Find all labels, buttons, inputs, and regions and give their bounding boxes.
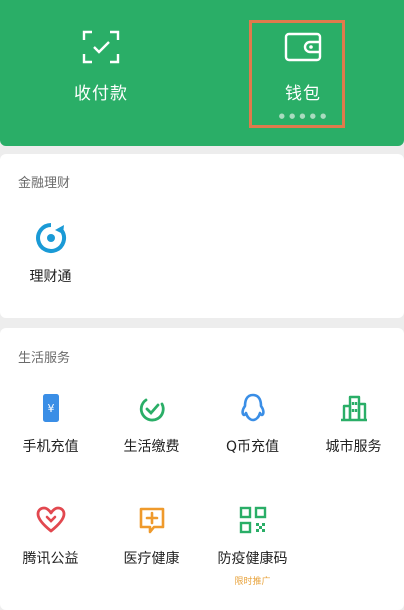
medical-health-label: 医疗健康 (123, 551, 180, 567)
grid-item-city-service[interactable]: 城市服务 (303, 392, 404, 456)
licaitong-icon (35, 223, 66, 253)
finance-section-title: 金融理财 (18, 176, 71, 191)
finance-section: 金融理财 理财通 (0, 154, 404, 318)
scan-frame-icon (82, 30, 120, 64)
utility-payment-icon (139, 398, 165, 422)
pay-receive-label: 收付款 (74, 84, 128, 104)
charity-heart-icon (36, 506, 65, 533)
health-code-label: 防疫健康码 (217, 551, 288, 567)
charity-label: 腾讯公益 (22, 551, 79, 567)
qq-coin-icon (240, 393, 265, 422)
grid-item-licaitong[interactable]: 理财通 (0, 222, 101, 286)
phone-recharge-label: 手机充值 (22, 439, 79, 455)
licaitong-label: 理财通 (29, 269, 72, 285)
grid-item-utility-payment[interactable]: 生活缴费 (101, 392, 202, 456)
grid-item-phone-recharge[interactable]: ¥ 手机充值 (0, 392, 101, 456)
city-service-label: 城市服务 (325, 439, 382, 455)
city-service-icon (340, 395, 367, 422)
svg-text:¥: ¥ (47, 402, 54, 415)
grid-item-health-code[interactable]: 防疫健康码 限时推广 (202, 504, 303, 587)
qq-coin-label: Q币充值 (225, 439, 280, 455)
grid-item-medical-health[interactable]: 医疗健康 (101, 504, 202, 568)
wallet-highlight-box (249, 20, 345, 128)
services-section-title: 生活服务 (18, 351, 71, 366)
medical-health-icon (139, 507, 164, 534)
phone-recharge-icon: ¥ (42, 394, 59, 422)
top-action-panel: 收付款 钱包 ● ● ● ● ● (0, 0, 404, 146)
life-services-section: 生活服务 ¥ 手机充值 生活缴费 Q币充值 城市服务 腾讯公益 医疗健康 防疫健… (0, 328, 404, 610)
grid-item-qq-coin[interactable]: Q币充值 (202, 392, 303, 456)
promo-badge: 限时推广 (234, 577, 271, 587)
qr-code-icon (239, 506, 266, 534)
pay-receive-button[interactable]: 收付款 (0, 0, 202, 146)
utility-payment-label: 生活缴费 (123, 439, 180, 455)
grid-item-charity[interactable]: 腾讯公益 (0, 504, 101, 568)
